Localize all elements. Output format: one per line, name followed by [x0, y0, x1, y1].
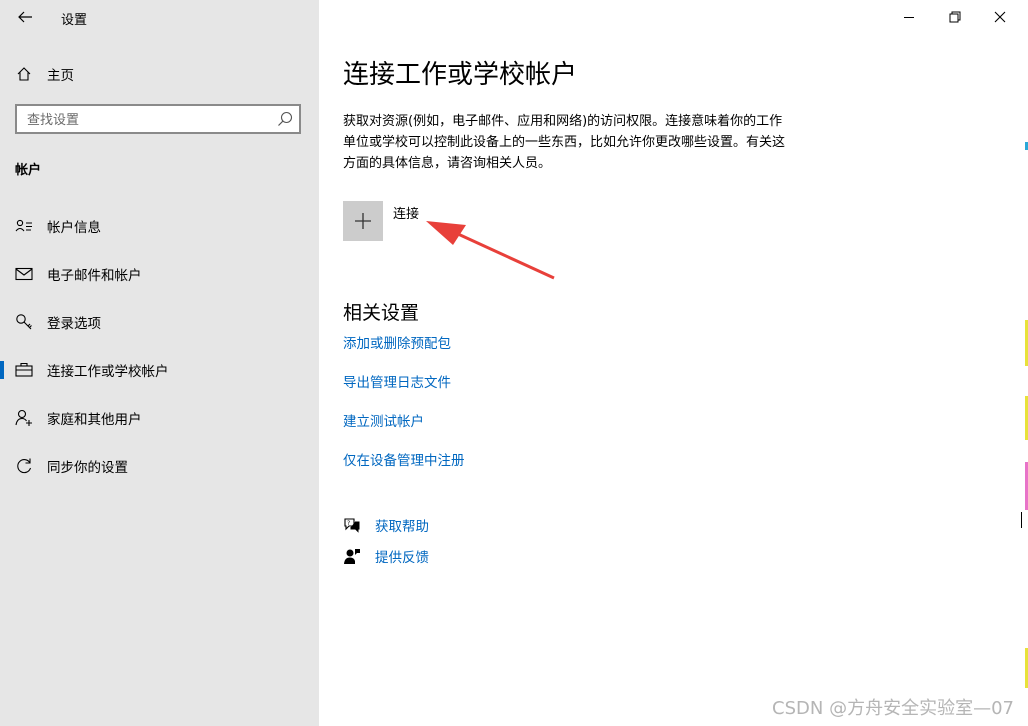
page-description: 获取对资源(例如，电子邮件、应用和网络)的访问权限。连接意味着你的工作单位或学校… [343, 114, 786, 171]
feedback-label: 提供反馈 [375, 550, 429, 566]
connect-button[interactable] [343, 201, 383, 241]
close-button[interactable] [977, 0, 1023, 34]
annotation-arrow [426, 221, 555, 280]
link-export-logs[interactable]: 导出管理日志文件 [343, 371, 451, 391]
sidebar-item-label: 连接工作或学校帐户 [47, 364, 169, 380]
text-cursor [1021, 512, 1022, 528]
plus-icon [355, 213, 371, 229]
svg-text:?: ? [347, 520, 350, 527]
sidebar-item-label: 登录选项 [47, 316, 101, 332]
app-title: 设置 [61, 13, 88, 28]
home-icon [14, 64, 34, 84]
restore-button[interactable] [932, 0, 978, 34]
get-help-link[interactable]: ? 获取帮助 [343, 514, 429, 536]
related-settings-title: 相关设置 [343, 302, 420, 324]
back-button[interactable] [8, 2, 42, 32]
sidebar: 设置 主页 帐户 帐户信息 电子邮件和帐户 登录选项 [0, 0, 319, 726]
search-input[interactable] [25, 110, 269, 130]
sync-icon [14, 456, 34, 476]
connect-label[interactable]: 连接 [393, 203, 419, 222]
chat-help-icon: ? [343, 516, 361, 534]
sidebar-item-label: 同步你的设置 [47, 460, 128, 476]
sidebar-item-label: 主页 [47, 68, 74, 84]
back-arrow-icon [18, 11, 32, 23]
sidebar-item-family[interactable]: 家庭和其他用户 [0, 398, 319, 438]
sidebar-item-signin-options[interactable]: 登录选项 [0, 302, 319, 342]
sidebar-item-label: 家庭和其他用户 [47, 412, 142, 428]
minimize-button[interactable] [886, 0, 932, 34]
sidebar-item-sync[interactable]: 同步你的设置 [0, 446, 319, 486]
get-help-label: 获取帮助 [375, 519, 429, 535]
sidebar-item-label: 帐户信息 [47, 220, 101, 236]
search-icon[interactable] [276, 110, 294, 128]
page-title: 连接工作或学校帐户 [343, 60, 578, 90]
link-provisioning-package[interactable]: 添加或删除预配包 [343, 332, 451, 352]
close-icon [994, 11, 1006, 23]
link-mdm-enroll[interactable]: 仅在设备管理中注册 [343, 449, 465, 469]
briefcase-icon [14, 360, 34, 380]
restore-icon [949, 11, 961, 23]
minimize-icon [904, 17, 914, 18]
link-test-account[interactable]: 建立测试帐户 [343, 410, 424, 430]
sidebar-item-home[interactable]: 主页 [0, 54, 319, 94]
section-header: 帐户 [15, 163, 42, 178]
feedback-link[interactable]: 提供反馈 [343, 545, 429, 567]
mail-icon [14, 264, 34, 284]
sidebar-item-label: 电子邮件和帐户 [47, 268, 142, 284]
search-box[interactable] [15, 104, 301, 134]
watermark: CSDN @方舟安全实验室—07 [772, 698, 1014, 719]
feedback-icon [343, 547, 361, 565]
account-info-icon [14, 216, 34, 236]
sidebar-item-work-school[interactable]: 连接工作或学校帐户 [0, 350, 319, 390]
sidebar-item-account-info[interactable]: 帐户信息 [0, 206, 319, 246]
sidebar-item-email[interactable]: 电子邮件和帐户 [0, 254, 319, 294]
add-person-icon [14, 408, 34, 428]
key-icon [14, 312, 34, 332]
